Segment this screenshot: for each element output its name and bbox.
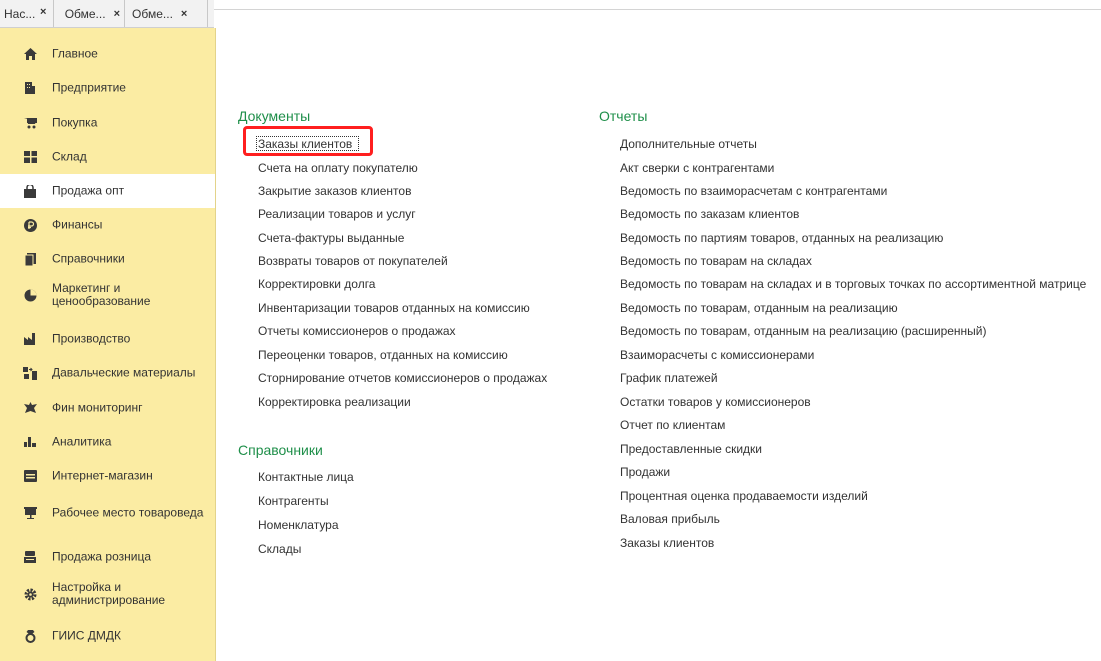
- doc-link[interactable]: Инвентаризации товаров отданных на комис…: [258, 301, 530, 315]
- sidebar: Главное Предприятие Покупка Склад Продаж…: [0, 28, 216, 661]
- sidebar-item-catalogs[interactable]: Справочники: [0, 242, 215, 276]
- building-icon: [23, 81, 37, 95]
- book-icon: [23, 252, 37, 266]
- materials-icon: [23, 366, 37, 380]
- doc-link-client-orders[interactable]: Заказы клиентов: [258, 137, 352, 151]
- coin-icon: [23, 218, 37, 232]
- report-link[interactable]: Процентная оценка продаваемости изделий: [620, 489, 868, 503]
- catalog-link[interactable]: Номенклатура: [258, 518, 339, 532]
- report-link[interactable]: Ведомость по товарам на складах и в торг…: [620, 277, 1086, 291]
- report-link[interactable]: Остатки товаров у комиссионеров: [620, 395, 811, 409]
- report-link[interactable]: Отчет по клиентам: [620, 418, 725, 432]
- sidebar-item-label: Фин мониторинг: [52, 400, 143, 415]
- tab-2[interactable]: Обме... ×: [61, 0, 125, 27]
- tab-label: Обме...: [132, 6, 173, 21]
- ring-icon: [23, 629, 37, 643]
- report-link[interactable]: Взаиморасчеты с комиссионерами: [620, 348, 814, 362]
- sidebar-item-label: Покупка: [52, 115, 98, 130]
- sidebar-item-analytics[interactable]: Аналитика: [0, 425, 215, 459]
- doc-link[interactable]: Счета на оплату покупателю: [258, 161, 418, 175]
- report-link[interactable]: Ведомость по товарам, отданным на реализ…: [620, 301, 898, 315]
- cart-icon: [23, 116, 37, 130]
- sidebar-item-finance[interactable]: Финансы: [0, 208, 215, 242]
- report-link[interactable]: Заказы клиентов: [620, 536, 714, 550]
- report-link[interactable]: Валовая прибыль: [620, 512, 720, 526]
- sidebar-item-merchandiser-workplace[interactable]: Рабочее место товароведа: [0, 493, 215, 533]
- report-link[interactable]: Предоставленные скидки: [620, 442, 762, 456]
- sidebar-item-label: Настройка и администрирование: [52, 580, 166, 607]
- report-link[interactable]: Ведомость по товарам на складах: [620, 254, 812, 268]
- register-icon: [23, 550, 37, 564]
- sidebar-item-tolling-materials[interactable]: Давальческие материалы: [0, 356, 215, 390]
- report-link[interactable]: Ведомость по товарам, отданным на реализ…: [620, 324, 987, 338]
- doc-link[interactable]: Корректировка реализации: [258, 395, 411, 409]
- tab-3[interactable]: Обме... ×: [128, 0, 209, 27]
- sidebar-item-label: Склад: [52, 149, 87, 164]
- divider: [214, 9, 1101, 10]
- gear-icon: [23, 587, 37, 601]
- doc-link[interactable]: Счета-фактуры выданные: [258, 231, 404, 245]
- sidebar-item-fin-monitoring[interactable]: Фин мониторинг: [0, 391, 215, 425]
- sidebar-item-label: Продажа опт: [52, 183, 125, 198]
- report-link[interactable]: Акт сверки с контрагентами: [620, 161, 774, 175]
- sidebar-item-label: Рабочее место товароведа: [52, 505, 204, 520]
- bag-icon: [23, 184, 37, 198]
- catalogs-title: Справочники: [238, 442, 323, 458]
- reports-title: Отчеты: [599, 108, 648, 124]
- sidebar-item-production[interactable]: Производство: [0, 322, 215, 356]
- doc-link[interactable]: Возвраты товаров от покупателей: [258, 254, 448, 268]
- doc-link[interactable]: Закрытие заказов клиентов: [258, 184, 411, 198]
- warehouse-icon: [23, 150, 37, 164]
- doc-link[interactable]: Корректировки долга: [258, 277, 375, 291]
- close-icon[interactable]: ×: [40, 6, 46, 18]
- home-icon: [23, 47, 37, 61]
- sidebar-item-label: Производство: [52, 331, 131, 346]
- sidebar-item-label: Давальческие материалы: [52, 365, 196, 380]
- sidebar-item-retail[interactable]: Продажа розница: [0, 540, 215, 574]
- catalog-link[interactable]: Контрагенты: [258, 494, 329, 508]
- close-icon[interactable]: ×: [181, 8, 187, 20]
- report-link[interactable]: Ведомость по партиям товаров, отданных н…: [620, 231, 943, 245]
- sidebar-item-label: Финансы: [52, 217, 103, 232]
- tab-label: Обме...: [64, 6, 106, 21]
- bar-chart-icon: [23, 435, 37, 449]
- doc-link[interactable]: Реализации товаров и услуг: [258, 207, 416, 221]
- emblem-icon: [23, 401, 37, 415]
- sidebar-item-label: Аналитика: [52, 434, 112, 449]
- report-link[interactable]: Дополнительные отчеты: [620, 137, 757, 151]
- documents-title: Документы: [238, 108, 311, 124]
- sidebar-item-label: Предприятие: [52, 80, 126, 95]
- doc-link[interactable]: Отчеты комиссионеров о продажах: [258, 324, 456, 338]
- shop-icon: [23, 469, 37, 483]
- sidebar-item-settings[interactable]: Настройка и администрирование: [0, 574, 215, 614]
- sidebar-item-label: Главное: [52, 46, 98, 61]
- sidebar-item-label: ГИИС ДМДК: [52, 628, 121, 643]
- report-link[interactable]: Продажи: [620, 465, 670, 479]
- pie-icon: [23, 288, 37, 302]
- sidebar-item-warehouse[interactable]: Склад: [0, 140, 215, 174]
- sidebar-item-marketing[interactable]: Маркетинг и ценообразование: [0, 276, 215, 314]
- sidebar-item-enterprise[interactable]: Предприятие: [0, 71, 215, 105]
- tab-label: Нас...: [4, 6, 36, 21]
- report-link[interactable]: Ведомость по взаиморасчетам с контрагент…: [620, 184, 887, 198]
- report-link[interactable]: График платежей: [620, 371, 718, 385]
- workplace-icon: [23, 506, 37, 520]
- catalog-link[interactable]: Контактные лица: [258, 470, 354, 484]
- sidebar-item-label: Маркетинг и ценообразование: [52, 281, 151, 308]
- doc-link[interactable]: Сторнирование отчетов комиссионеров о пр…: [258, 371, 547, 385]
- tab-bar: Нас... Обме... × Обме... ×: [0, 0, 214, 28]
- sidebar-item-label: Продажа розница: [52, 549, 152, 564]
- close-icon[interactable]: ×: [114, 8, 120, 20]
- sidebar-item-online-store[interactable]: Интернет-магазин: [0, 459, 215, 493]
- sidebar-item-giis-dmdk[interactable]: ГИИС ДМДК: [0, 619, 215, 653]
- doc-link[interactable]: Переоценки товаров, отданных на комиссию: [258, 348, 508, 362]
- sidebar-item-label: Интернет-магазин: [52, 468, 153, 483]
- sidebar-item-label: Справочники: [52, 251, 125, 266]
- factory-icon: [23, 332, 37, 346]
- report-link[interactable]: Ведомость по заказам клиентов: [620, 207, 799, 221]
- sidebar-item-main[interactable]: Главное: [0, 37, 215, 71]
- sidebar-item-purchase[interactable]: Покупка: [0, 106, 215, 140]
- catalog-link[interactable]: Склады: [258, 542, 301, 556]
- sidebar-item-wholesale[interactable]: Продажа опт: [0, 174, 215, 208]
